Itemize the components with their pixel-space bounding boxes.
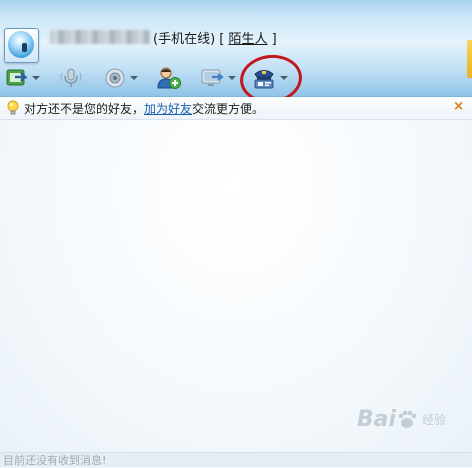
stranger-group-link[interactable]: 陌生人 bbox=[229, 32, 268, 47]
baidu-watermark: Bai 经验 bbox=[356, 407, 446, 432]
contact-status: (手机在线) [ 陌生人 ] bbox=[153, 32, 277, 47]
online-status-text: (手机在线) bbox=[153, 32, 216, 47]
remote-desktop-button[interactable] bbox=[200, 64, 236, 92]
close-notice-button[interactable]: × bbox=[453, 99, 464, 114]
chat-toolbar bbox=[0, 62, 472, 94]
voice-call-icon bbox=[60, 68, 82, 87]
status-footer: 目前还没有收到消息! bbox=[0, 452, 472, 467]
baidu-paw-icon bbox=[398, 410, 417, 428]
remote-desktop-icon bbox=[201, 69, 224, 86]
chevron-down-icon[interactable] bbox=[130, 76, 138, 80]
chevron-down-icon[interactable] bbox=[32, 76, 40, 80]
report-button[interactable] bbox=[252, 64, 288, 92]
qq-avatar-icon bbox=[8, 31, 34, 58]
chevron-down-icon[interactable] bbox=[280, 76, 288, 80]
video-call-button[interactable] bbox=[104, 64, 138, 92]
add-contact-icon bbox=[157, 67, 181, 89]
lightbulb-icon bbox=[7, 100, 19, 115]
police-report-icon bbox=[254, 70, 274, 89]
contact-name-redacted bbox=[50, 30, 150, 44]
friend-notice-bar: 对方还不是您的好友，加为好友交流更方便。 × bbox=[0, 97, 472, 120]
add-friend-link[interactable]: 加为好友 bbox=[144, 102, 192, 116]
add-contact-button[interactable] bbox=[156, 64, 182, 92]
contact-avatar[interactable] bbox=[4, 28, 39, 63]
chevron-down-icon[interactable] bbox=[228, 76, 236, 80]
send-file-button[interactable] bbox=[6, 64, 40, 92]
video-call-icon bbox=[105, 68, 125, 88]
send-file-icon bbox=[6, 69, 28, 86]
notice-message: 对方还不是您的好友，加为好友交流更方便。 bbox=[24, 101, 265, 116]
voice-call-button[interactable] bbox=[60, 64, 82, 92]
chat-window: (手机在线) [ 陌生人 ] 对方还不是您的好友，加为好友交流更方便。 × Ba… bbox=[0, 0, 472, 467]
chat-header: (手机在线) [ 陌生人 ] bbox=[0, 0, 472, 107]
message-history-area[interactable]: Bai 经验 bbox=[0, 120, 472, 452]
